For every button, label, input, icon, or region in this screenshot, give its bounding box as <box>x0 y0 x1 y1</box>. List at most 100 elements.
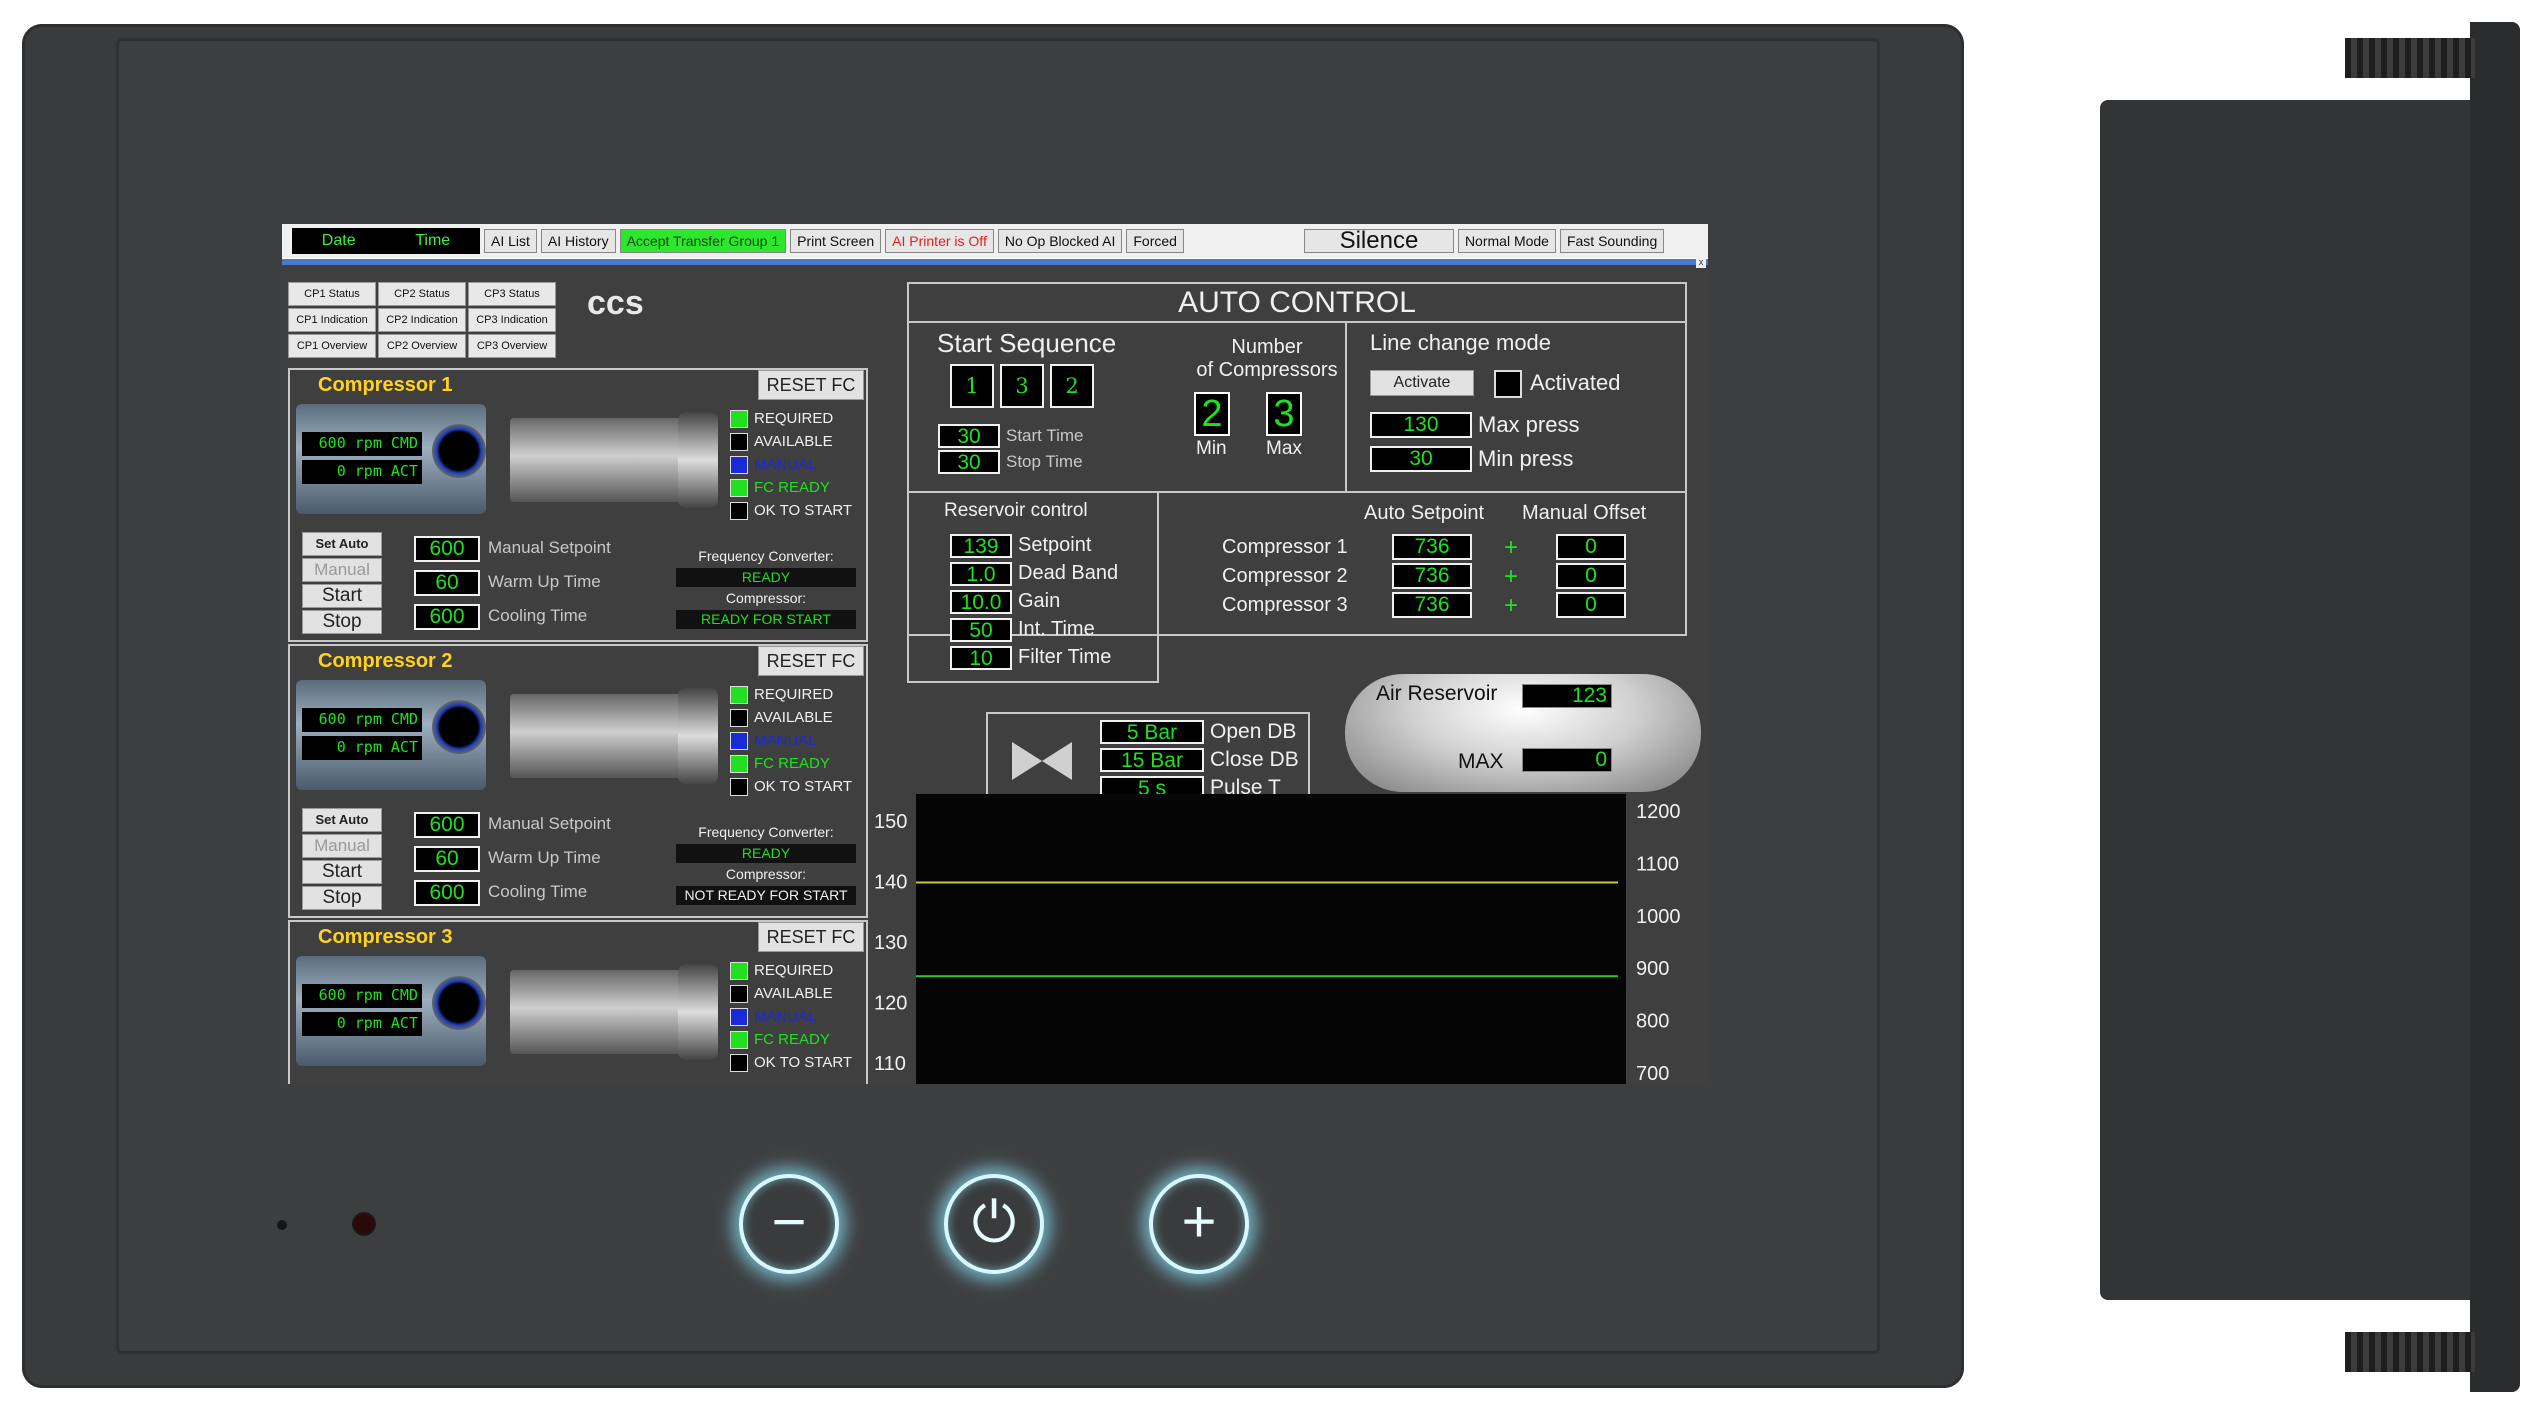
power-button[interactable]: ⏻ <box>944 1174 1044 1274</box>
open-db-field[interactable]: 5 Bar <box>1100 720 1204 744</box>
cooling-field[interactable]: 600 <box>414 604 480 630</box>
stop-time-field[interactable]: 30 <box>938 450 1000 474</box>
sequence-slot-3[interactable]: 2 <box>1050 364 1094 408</box>
normal-mode-button[interactable]: Normal Mode <box>1457 229 1556 253</box>
led-indicator <box>730 962 748 980</box>
set-auto-button[interactable]: Set Auto <box>302 532 382 556</box>
coupling-graphic <box>510 418 690 502</box>
start-button[interactable]: Start <box>302 860 382 884</box>
no-op-blocked-button[interactable]: No Op Blocked AI <box>997 229 1123 253</box>
reservoir-value-field[interactable]: 10 <box>950 646 1012 670</box>
compressor-state-label: Compressor: <box>725 866 807 882</box>
set-auto-button[interactable]: Set Auto <box>302 808 382 832</box>
forced-button[interactable]: Forced <box>1126 229 1184 253</box>
minus-button[interactable]: − <box>739 1174 839 1274</box>
cooling-field[interactable]: 600 <box>414 880 480 906</box>
reset-fc-button[interactable]: RESET FC <box>758 922 864 952</box>
min-compressors-field[interactable]: 2 <box>1194 392 1230 436</box>
y-left-tick-label: 120 <box>874 993 907 1015</box>
status-button-1[interactable]: CP1 Status <box>288 282 376 306</box>
silence-button[interactable]: Silence <box>1303 229 1454 253</box>
max-compressors-field[interactable]: 3 <box>1266 392 1302 436</box>
status-button-2[interactable]: CP2 Status <box>378 282 466 306</box>
mounting-screw-bottom <box>2345 1332 2475 1372</box>
status-led-red <box>352 1212 376 1236</box>
manual-offset-header: Manual Offset <box>1522 502 1647 524</box>
status-button-6[interactable]: CP3 Indication <box>468 308 556 332</box>
alarm-history-button[interactable]: AI History <box>540 229 616 253</box>
reservoir-value-field[interactable]: 1.0 <box>950 562 1012 586</box>
auto-setpoint-header: Auto Setpoint <box>1364 502 1485 524</box>
motor-shaft-icon <box>432 424 486 478</box>
sequence-slot-1[interactable]: 1 <box>950 364 994 408</box>
act-rpm-display: 0 rpm ACT <box>302 736 422 760</box>
max-press-label: Max press <box>1478 412 1580 437</box>
start-time-field[interactable]: 30 <box>938 424 1000 448</box>
led-indicator <box>730 479 748 497</box>
motor-shaft-icon <box>432 976 486 1030</box>
line-change-mode-label: Line change mode <box>1370 330 1552 355</box>
max-label-tank: MAX <box>1458 750 1504 773</box>
start-button[interactable]: Start <box>302 584 382 608</box>
manual-offset-field[interactable]: 0 <box>1556 592 1626 618</box>
stop-button[interactable]: Stop <box>302 886 382 910</box>
y-left-tick-label: 140 <box>874 872 907 894</box>
y-right-tick-label: 1100 <box>1636 853 1679 875</box>
auto-control-title: AUTO CONTROL <box>1178 286 1416 319</box>
max-press-field[interactable]: 130 <box>1370 412 1472 438</box>
warm-up-field[interactable]: 60 <box>414 846 480 872</box>
manual-setpoint-field[interactable]: 600 <box>414 536 480 562</box>
manual-setpoint-field[interactable]: 600 <box>414 812 480 838</box>
manual-offset-field[interactable]: 0 <box>1556 534 1626 560</box>
cooling-label: Cooling Time <box>488 882 588 901</box>
cooling-label: Cooling Time <box>488 606 588 625</box>
led-label-available: AVAILABLE <box>754 433 833 450</box>
reset-fc-button[interactable]: RESET FC <box>758 370 864 400</box>
close-icon[interactable]: x <box>1696 258 1706 268</box>
plus-sign: + <box>1504 592 1519 619</box>
reservoir-value-field[interactable]: 10.0 <box>950 590 1012 614</box>
top-toolbar: Date Time AI List AI History Accept Tran… <box>282 224 1708 258</box>
panel-side-view <box>2100 100 2470 1300</box>
compressor-state: READY FOR START <box>676 610 856 629</box>
warm-up-field[interactable]: 60 <box>414 570 480 596</box>
status-button-7[interactable]: CP1 Overview <box>288 334 376 358</box>
plus-button[interactable]: + <box>1149 1174 1249 1274</box>
close-db-field[interactable]: 15 Bar <box>1100 748 1204 772</box>
stop-button[interactable]: Stop <box>302 610 382 634</box>
status-button-9[interactable]: CP3 Overview <box>468 334 556 358</box>
cmd-rpm-display: 600 rpm CMD <box>302 708 422 732</box>
print-screen-button[interactable]: Print Screen <box>790 229 882 253</box>
alarm-list-button[interactable]: AI List <box>484 229 537 253</box>
frequency-converter-label: Frequency Converter: <box>698 824 834 840</box>
status-button-3[interactable]: CP3 Status <box>468 282 556 306</box>
led-label-ok-to-start: OK TO START <box>754 1054 853 1071</box>
valve-icon <box>1012 742 1072 780</box>
manual-offset-field[interactable]: 0 <box>1556 563 1626 589</box>
reset-fc-button[interactable]: RESET FC <box>758 646 864 676</box>
start-time-label: Start Time <box>1006 426 1084 445</box>
status-button-4[interactable]: CP1 Indication <box>288 308 376 332</box>
activate-button[interactable]: Activate <box>1370 370 1474 396</box>
mounting-screw-top <box>2345 38 2475 78</box>
manual-setpoint-label: Manual Setpoint <box>488 814 611 833</box>
manual-button[interactable]: Manual <box>302 558 382 582</box>
coupling-graphic <box>510 970 690 1054</box>
panel-side-edge <box>2470 22 2520 1392</box>
fast-sounding-button[interactable]: Fast Sounding <box>1559 229 1665 253</box>
led-label-fc-ready: FC READY <box>754 755 830 772</box>
printer-status-button[interactable]: AI Printer is Off <box>885 229 994 253</box>
led-indicator <box>730 755 748 773</box>
min-press-field[interactable]: 30 <box>1370 446 1472 472</box>
status-button-5[interactable]: CP2 Indication <box>378 308 466 332</box>
reservoir-control-title: Reservoir control <box>944 500 1088 521</box>
manual-button[interactable]: Manual <box>302 834 382 858</box>
toolbar-divider <box>282 258 1708 265</box>
status-button-8[interactable]: CP2 Overview <box>378 334 466 358</box>
compressor-setpoint-name: Compressor 3 <box>1222 594 1348 616</box>
frequency-converter-label: Frequency Converter: <box>698 548 834 564</box>
reservoir-value-field[interactable]: 139 <box>950 534 1012 558</box>
accept-transfer-button[interactable]: Accept Transfer Group 1 <box>619 229 787 253</box>
reservoir-value-field[interactable]: 50 <box>950 618 1012 642</box>
sequence-slot-2[interactable]: 3 <box>1000 364 1044 408</box>
